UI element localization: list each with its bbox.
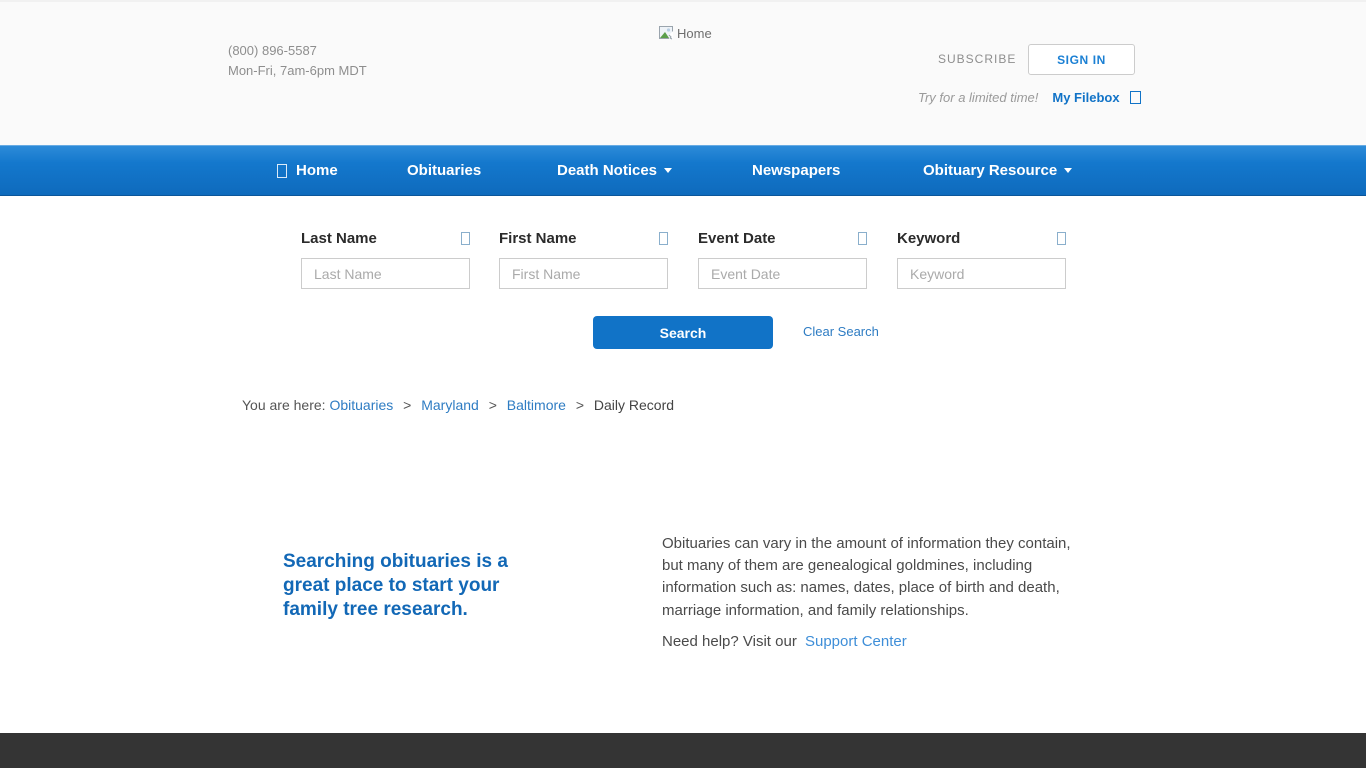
field-label: Last Name	[301, 230, 377, 247]
nav-label: Obituaries	[407, 162, 481, 179]
breadcrumb-prefix: You are here:	[242, 397, 326, 413]
field-label-row: Keyword	[897, 230, 1066, 247]
phone-number: (800) 896-5587	[228, 41, 367, 61]
last-name-input[interactable]	[301, 258, 470, 289]
field-label: Event Date	[698, 230, 776, 247]
breadcrumb-separator: >	[489, 397, 497, 413]
support-center-link[interactable]: Support Center	[805, 633, 907, 650]
nav-item-obituaries[interactable]: Obituaries	[407, 145, 481, 196]
nav-item-newspapers[interactable]: Newspapers	[752, 145, 840, 196]
field-label-row: Event Date	[698, 230, 867, 247]
breadcrumb-link-maryland[interactable]: Maryland	[421, 397, 479, 413]
help-line: Need help? Visit our Support Center	[662, 631, 1074, 653]
breadcrumb-separator: >	[576, 397, 584, 413]
home-logo-link[interactable]: Home	[659, 26, 712, 41]
sign-in-button[interactable]: SIGN IN	[1028, 44, 1135, 75]
intro-copy: Obituaries can vary in the amount of inf…	[662, 533, 1074, 653]
field-label-row: Last Name	[301, 230, 470, 247]
page: (800) 896-5587 Mon-Fri, 7am-6pm MDT Home…	[0, 0, 1366, 768]
field-first-name: First Name	[499, 230, 668, 289]
field-help-icon[interactable]	[461, 232, 470, 245]
nav-label: Death Notices	[557, 162, 657, 179]
support-hours: Mon-Fri, 7am-6pm MDT	[228, 61, 367, 81]
nav-item-home[interactable]: Home	[277, 145, 338, 196]
nav-label: Newspapers	[752, 162, 840, 179]
page-headline: Searching obituaries is a great place to…	[283, 550, 535, 622]
nav-label: Home	[296, 162, 338, 179]
my-filebox-link[interactable]: My Filebox	[1052, 90, 1119, 105]
field-help-icon[interactable]	[659, 232, 668, 245]
breadcrumb-link-obituaries[interactable]: Obituaries	[329, 397, 393, 413]
intro-paragraph: Obituaries can vary in the amount of inf…	[662, 533, 1074, 622]
broken-image-icon	[659, 26, 675, 41]
breadcrumb-link-baltimore[interactable]: Baltimore	[507, 397, 566, 413]
field-label: Keyword	[897, 230, 960, 247]
subscribe-link[interactable]: SUBSCRIBE	[938, 52, 1016, 66]
main-nav: Home Obituaries Death Notices Newspapers…	[0, 145, 1366, 196]
nav-item-death-notices[interactable]: Death Notices	[557, 145, 672, 196]
promo-row: Try for a limited time! My Filebox	[918, 90, 1141, 105]
logo-alt-text: Home	[677, 26, 712, 41]
footer	[0, 733, 1366, 768]
breadcrumb-current: Daily Record	[594, 397, 674, 413]
event-date-input[interactable]	[698, 258, 867, 289]
contact-info: (800) 896-5587 Mon-Fri, 7am-6pm MDT	[228, 41, 367, 81]
field-label: First Name	[499, 230, 577, 247]
field-event-date: Event Date	[698, 230, 867, 289]
promo-text: Try for a limited time!	[918, 90, 1038, 105]
search-button[interactable]: Search	[593, 316, 773, 349]
field-help-icon[interactable]	[1057, 232, 1066, 245]
field-help-icon[interactable]	[858, 232, 867, 245]
help-prefix: Need help? Visit our	[662, 633, 797, 650]
header: (800) 896-5587 Mon-Fri, 7am-6pm MDT Home…	[0, 0, 1366, 145]
breadcrumb: You are here: Obituaries > Maryland > Ba…	[242, 397, 674, 413]
nav-item-obituary-resource[interactable]: Obituary Resource	[923, 145, 1072, 196]
field-label-row: First Name	[499, 230, 668, 247]
home-icon	[277, 164, 287, 178]
field-last-name: Last Name	[301, 230, 470, 289]
keyword-input[interactable]	[897, 258, 1066, 289]
clear-search-link[interactable]: Clear Search	[803, 324, 879, 339]
breadcrumb-separator: >	[403, 397, 411, 413]
first-name-input[interactable]	[499, 258, 668, 289]
chevron-down-icon	[664, 168, 672, 173]
nav-label: Obituary Resource	[923, 162, 1057, 179]
filebox-icon[interactable]	[1130, 91, 1141, 104]
chevron-down-icon	[1064, 168, 1072, 173]
field-keyword: Keyword	[897, 230, 1066, 289]
